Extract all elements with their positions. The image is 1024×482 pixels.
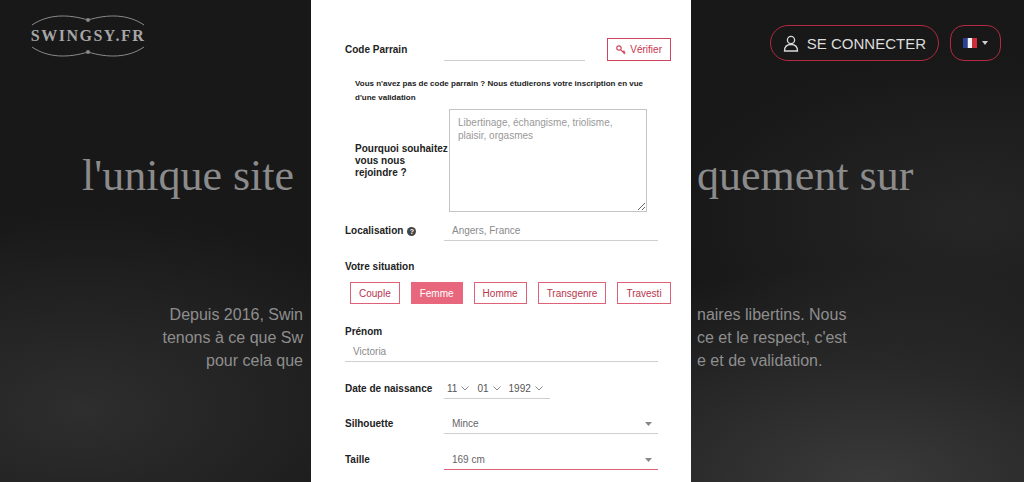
select-label: Taille: [345, 454, 444, 466]
language-button[interactable]: [950, 25, 1001, 61]
first-name-label: Prénom: [345, 326, 671, 338]
situation-option[interactable]: Couple: [350, 282, 400, 304]
chevron-down-icon: [535, 386, 543, 391]
verify-label: Vérifier: [630, 44, 662, 55]
header-actions: SE CONNECTER: [697, 0, 1001, 61]
select-value: 169 cm: [452, 454, 485, 465]
key-icon: [616, 45, 626, 55]
select-label: Silhouette: [345, 418, 444, 430]
birth-date-label: Date de naissance: [345, 383, 444, 395]
date-value: 01: [477, 383, 488, 394]
paragraph-line: ce et le respect, c'est: [697, 326, 1001, 349]
birth-date-row: Date de naissance 11 01 1992: [345, 379, 658, 399]
signup-modal: Code Parrain Vérifier Vous n'avez pas de…: [311, 0, 691, 482]
caret-down-icon: [645, 422, 652, 426]
select-row: Silhouette Mince: [345, 414, 658, 434]
ornament-top-icon: [28, 14, 148, 26]
login-button[interactable]: SE CONNECTER: [770, 25, 939, 61]
verify-button[interactable]: Vérifier: [607, 38, 671, 61]
user-icon: [783, 35, 799, 52]
date-value: 11: [447, 383, 457, 394]
motivation-row: Pourquoi souhaitez vous nous rejoindre ?: [345, 109, 671, 212]
hero-paragraph: naires libertins. Nousce et le respect, …: [697, 303, 1001, 372]
chevron-down-icon: [461, 386, 469, 391]
hero-title: quement sur: [697, 150, 1001, 202]
motivation-label: Pourquoi souhaitez vous nous rejoindre ?: [355, 143, 449, 179]
caret-down-icon: [645, 458, 652, 462]
logo[interactable]: SWINGSY.FR: [20, 14, 156, 58]
referral-note: Vous n'avez pas de code parrain ? Nous é…: [345, 77, 661, 105]
french-flag-icon: [963, 38, 977, 48]
situation-option[interactable]: Transgenre: [538, 282, 607, 304]
select-field[interactable]: 169 cm: [444, 450, 658, 470]
location-label: Localisation ?: [345, 225, 444, 237]
date-select[interactable]: 11: [447, 383, 469, 394]
paragraph-line: pour cela que: [20, 349, 303, 372]
hero-paragraph: Depuis 2016, Swintenons à ce que Swpour …: [20, 303, 303, 372]
date-select[interactable]: 1992: [509, 383, 543, 394]
chevron-down-icon: [493, 386, 501, 391]
paragraph-line: Depuis 2016, Swin: [20, 303, 303, 326]
first-name-input[interactable]: [345, 342, 658, 362]
referral-row: Code Parrain Vérifier: [345, 38, 671, 61]
situation-option[interactable]: Travesti: [617, 282, 670, 304]
situation-options: Couple Femme Homme Transgenre Travesti: [345, 282, 671, 304]
situation-label: Votre situation: [345, 261, 671, 273]
background-right: SE CONNECTER quement sur naires libertin…: [691, 0, 1024, 482]
situation-option[interactable]: Femme: [411, 282, 463, 304]
referral-input[interactable]: [444, 41, 585, 61]
background-left: SWINGSY.FR l'unique site Depuis 2016, Sw…: [0, 0, 311, 482]
select-value: Mince: [452, 418, 479, 429]
paragraph-line: tenons à ce que Sw: [20, 326, 303, 349]
ornament-bottom-icon: [28, 46, 148, 58]
logo-text: SWINGSY.FR: [31, 26, 145, 46]
caret-down-icon: [982, 41, 988, 45]
date-select[interactable]: 01: [477, 383, 500, 394]
page: SWINGSY.FR l'unique site Depuis 2016, Sw…: [0, 0, 1024, 482]
help-icon[interactable]: ?: [407, 227, 416, 236]
location-input[interactable]: [444, 221, 658, 241]
location-row: Localisation ?: [345, 220, 658, 242]
select-field[interactable]: Mince: [444, 414, 658, 434]
hero-title: l'unique site: [20, 150, 303, 202]
paragraph-line: naires libertins. Nous: [697, 303, 1001, 326]
paragraph-line: e et de validation.: [697, 349, 1001, 372]
referral-label: Code Parrain: [345, 44, 444, 56]
login-label: SE CONNECTER: [807, 35, 926, 52]
select-row: Taille 169 cm: [345, 450, 658, 470]
date-value: 1992: [509, 383, 531, 394]
motivation-textarea[interactable]: [449, 109, 647, 212]
birth-date-selects: 11 01 1992: [444, 380, 550, 399]
situation-option[interactable]: Homme: [474, 282, 527, 304]
